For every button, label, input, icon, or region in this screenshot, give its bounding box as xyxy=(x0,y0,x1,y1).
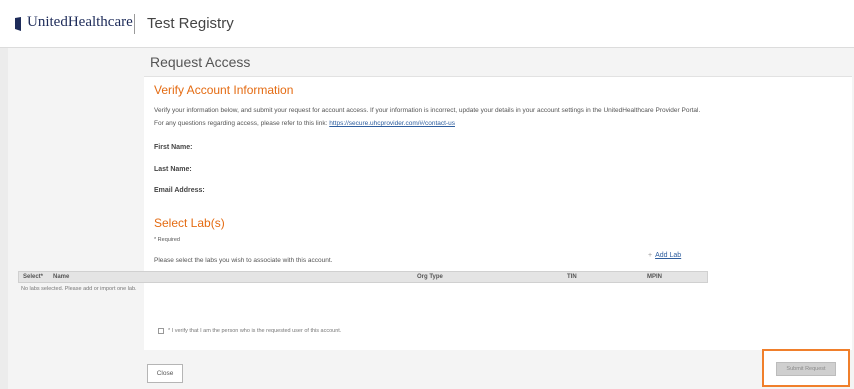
close-button[interactable]: Close xyxy=(147,364,183,383)
contact-us-link[interactable]: https://secure.uhcprovider.com/#/contact… xyxy=(329,120,455,127)
submit-request-button[interactable]: Submit Request xyxy=(776,362,836,376)
uhc-shield-icon xyxy=(15,17,21,31)
col-tin[interactable]: TIN xyxy=(567,274,577,280)
attestation-checkbox[interactable] xyxy=(158,328,164,334)
last-name-label: Last Name: xyxy=(154,166,192,173)
app-name: Test Registry xyxy=(147,15,234,32)
attestation-row: * I verify that I am the person who is t… xyxy=(158,328,341,334)
first-name-label: First Name: xyxy=(154,144,193,151)
labs-table: Select* Name Org Type TIN MPIN No labs s… xyxy=(18,271,708,295)
brand-divider xyxy=(134,14,135,34)
col-name[interactable]: Name xyxy=(53,274,69,280)
verify-help-text: For any questions regarding access, plea… xyxy=(154,120,455,127)
attestation-text: * I verify that I am the person who is t… xyxy=(168,328,342,334)
labs-section-title: Select Lab(s) xyxy=(154,216,225,230)
col-org-type[interactable]: Org Type xyxy=(417,274,443,280)
verify-intro-text: Verify your information below, and submi… xyxy=(154,107,701,114)
add-lab-link[interactable]: + Add Lab xyxy=(648,252,681,259)
brand-name: UnitedHealthcare xyxy=(27,14,133,30)
help-prefix: For any questions regarding access, plea… xyxy=(154,120,330,127)
empty-table-message: No labs selected. Please add or import o… xyxy=(21,286,137,292)
plus-icon: + xyxy=(648,252,653,259)
add-lab-label: Add Lab xyxy=(655,252,682,259)
request-access-panel: Verify Account Information Verify your i… xyxy=(144,76,852,350)
col-select[interactable]: Select* xyxy=(23,274,43,280)
submit-highlight-box: Submit Request xyxy=(762,349,850,387)
labs-table-header: Select* Name Org Type TIN MPIN xyxy=(18,271,708,283)
labs-instruction: Please select the labs you wish to assoc… xyxy=(154,257,333,264)
page-content: Request Access Verify Account Informatio… xyxy=(8,48,854,389)
verify-section-title: Verify Account Information xyxy=(154,83,294,97)
table-row-empty: No labs selected. Please add or import o… xyxy=(18,283,708,295)
page-title: Request Access xyxy=(150,54,251,70)
app-header: UnitedHealthcare Test Registry xyxy=(0,0,854,48)
required-note: * Required xyxy=(154,237,180,243)
email-label: Email Address: xyxy=(154,187,205,194)
col-mpin[interactable]: MPIN xyxy=(647,274,662,280)
